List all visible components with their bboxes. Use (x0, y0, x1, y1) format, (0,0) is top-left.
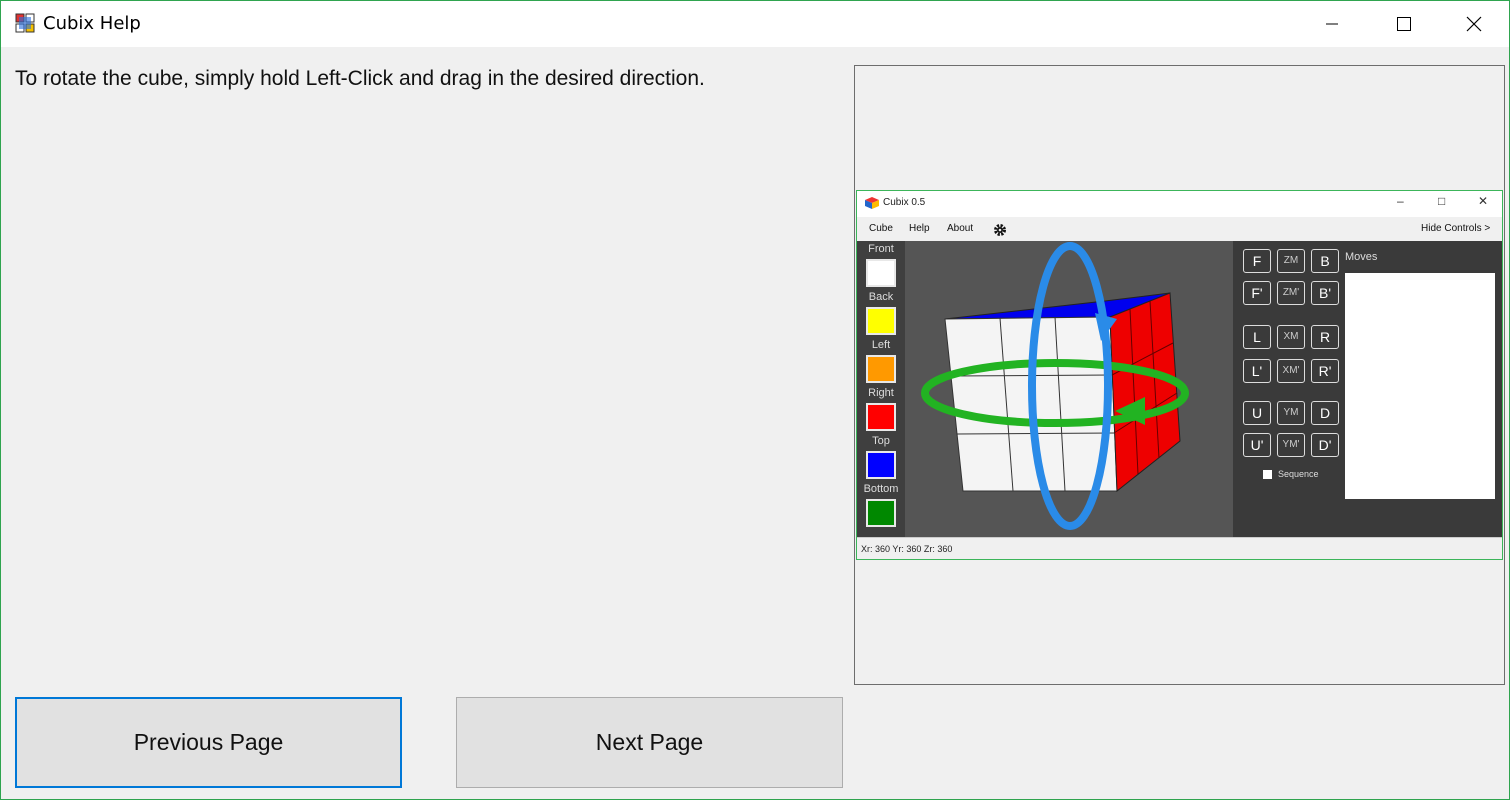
previous-page-button[interactable]: Previous Page (15, 697, 402, 788)
screenshot-status-bar: Xr: 360 Yr: 360 Zr: 360 (857, 537, 1502, 559)
screenshot-menu-about: About (947, 223, 974, 234)
close-button[interactable] (1439, 1, 1509, 47)
move-button: ZM (1277, 249, 1305, 273)
minimize-button[interactable] (1297, 1, 1367, 47)
screenshot-minimize-icon: – (1397, 194, 1404, 208)
screenshot-maximize-icon: □ (1438, 194, 1446, 208)
moves-label: Moves (1345, 251, 1378, 263)
face-swatch-top (866, 451, 896, 479)
screenshot-body: Front Back Left Right Top Bottom F ZM B … (857, 241, 1502, 537)
face-label-front: Front (868, 243, 894, 255)
face-label-back: Back (868, 291, 894, 303)
screenshot-title-bar: Cubix 0.5 – □ ✕ (857, 191, 1502, 217)
face-label-top: Top (872, 435, 890, 447)
move-button: F (1243, 249, 1271, 273)
move-button: ZM' (1277, 281, 1305, 305)
minimize-icon (1326, 23, 1338, 25)
face-swatch-bottom (866, 499, 896, 527)
window-title: Cubix Help (43, 13, 141, 34)
app-icon (15, 13, 35, 33)
screenshot-menu-cube: Cube (869, 223, 893, 234)
move-button: U' (1243, 433, 1271, 457)
cubix-app-screenshot: Cubix 0.5 – □ ✕ Cube Help About Hide Con… (856, 190, 1503, 560)
move-button: R (1311, 325, 1339, 349)
screenshot-gear-icon (994, 224, 1006, 236)
screenshot-hide-controls: Hide Controls > (1421, 223, 1491, 234)
face-swatch-back (866, 307, 896, 335)
screenshot-title: Cubix 0.5 (883, 197, 926, 208)
face-label-bottom: Bottom (863, 483, 899, 495)
face-swatch-left (866, 355, 896, 383)
move-controls: F ZM B F' ZM' B' L XM R L' XM' R' U YM D… (1233, 241, 1502, 537)
cubix-logo-icon (865, 197, 879, 209)
face-color-sidebar: Front Back Left Right Top Bottom (857, 241, 905, 537)
cube-rotation-illustration (921, 242, 1189, 530)
move-button: D' (1311, 433, 1339, 457)
move-button: D (1311, 401, 1339, 425)
next-page-button[interactable]: Next Page (456, 697, 843, 788)
face-swatch-front (866, 259, 896, 287)
face-label-right: Right (868, 387, 894, 399)
title-bar[interactable]: Cubix Help (1, 1, 1509, 47)
screenshot-menu-bar: Cube Help About Hide Controls > (857, 217, 1502, 241)
sequence-label: Sequence (1278, 469, 1319, 479)
help-screenshot: Cubix 0.5 – □ ✕ Cube Help About Hide Con… (854, 65, 1505, 685)
move-button: B (1311, 249, 1339, 273)
move-button: B' (1311, 281, 1339, 305)
face-swatch-right (866, 403, 896, 431)
move-button: YM' (1277, 433, 1305, 457)
move-button: L (1243, 325, 1271, 349)
close-icon (1466, 16, 1482, 32)
move-button: U (1243, 401, 1271, 425)
move-button: YM (1277, 401, 1305, 425)
move-button: R' (1311, 359, 1339, 383)
help-window: Cubix Help To rotate the cube, simply ho… (0, 0, 1510, 800)
move-button: XM' (1277, 359, 1305, 383)
move-button: XM (1277, 325, 1305, 349)
maximize-icon (1397, 17, 1411, 31)
help-description: To rotate the cube, simply hold Left-Cli… (15, 67, 705, 90)
maximize-button[interactable] (1369, 1, 1439, 47)
cube-viewport (905, 241, 1233, 537)
face-label-left: Left (871, 339, 891, 351)
move-button: L' (1243, 359, 1271, 383)
move-button: F' (1243, 281, 1271, 305)
moves-list (1345, 273, 1495, 499)
sequence-checkbox: Sequence (1263, 469, 1319, 480)
screenshot-menu-help: Help (909, 223, 930, 234)
screenshot-close-icon: ✕ (1478, 194, 1489, 208)
checkbox-icon (1263, 470, 1272, 480)
